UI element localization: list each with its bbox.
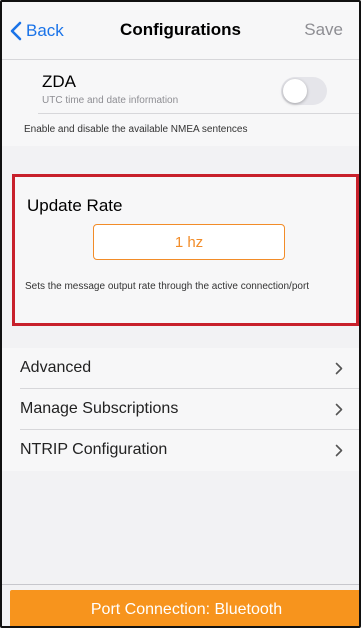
save-button[interactable]: Save	[304, 20, 343, 40]
chevron-right-icon	[335, 444, 343, 457]
menu-item-label: Advanced	[20, 359, 92, 376]
settings-menu: Advanced Manage Subscriptions NTRIP Conf…	[2, 348, 359, 471]
navigation-bar: Back Configurations Save	[2, 2, 359, 60]
zda-row: ZDA UTC time and date information	[38, 60, 359, 114]
port-connection-button[interactable]: Port Connection: Bluetooth	[10, 590, 359, 626]
chevron-right-icon	[335, 403, 343, 416]
update-rate-title: Update Rate	[27, 196, 123, 215]
zda-section: ZDA UTC time and date information Enable…	[2, 60, 359, 146]
menu-item-label: Manage Subscriptions	[20, 400, 179, 417]
menu-item-ntrip-configuration[interactable]: NTRIP Configuration	[2, 430, 359, 471]
update-rate-description: Sets the message output rate through the…	[25, 281, 310, 292]
footer-divider	[2, 584, 359, 585]
update-rate-section: Update Rate 1 hz Sets the message output…	[12, 174, 359, 326]
menu-item-advanced[interactable]: Advanced	[2, 348, 359, 389]
zda-title: ZDA	[42, 72, 76, 91]
app-frame: Back Configurations Save ZDA UTC time an…	[0, 0, 361, 628]
zda-subtitle: UTC time and date information	[42, 95, 179, 106]
update-rate-selector[interactable]: 1 hz	[93, 224, 285, 260]
menu-item-manage-subscriptions[interactable]: Manage Subscriptions	[2, 389, 359, 430]
menu-item-label: NTRIP Configuration	[20, 441, 168, 458]
toggle-knob	[283, 79, 307, 103]
chevron-right-icon	[335, 362, 343, 375]
nmea-footnote: Enable and disable the available NMEA se…	[24, 124, 248, 135]
zda-toggle[interactable]	[281, 77, 327, 105]
